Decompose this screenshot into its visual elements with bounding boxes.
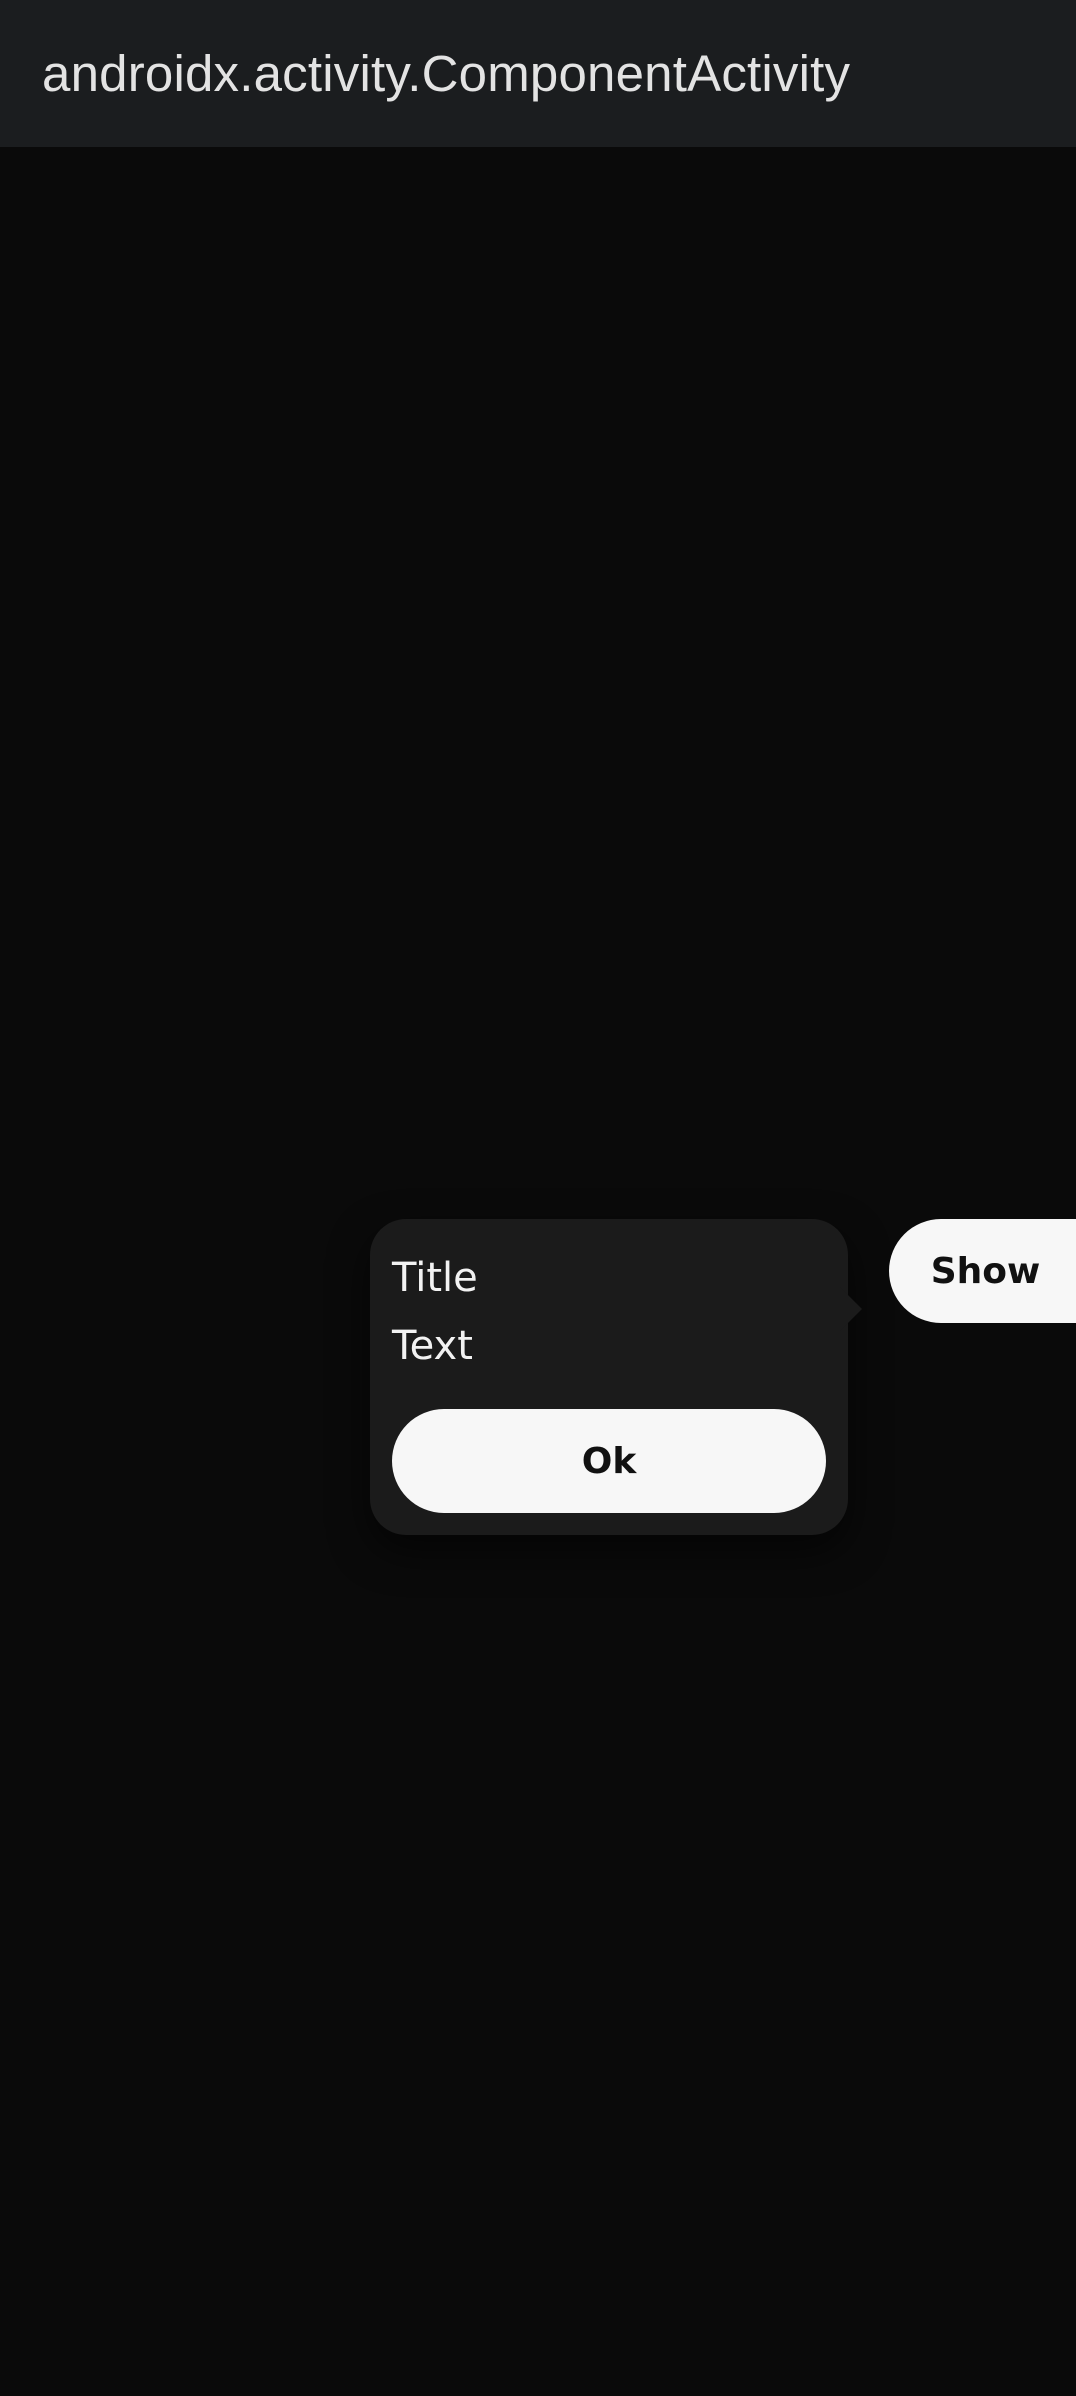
show-button[interactable]: Show (889, 1219, 1076, 1323)
rich-tooltip: Title Text Ok (370, 1219, 862, 1535)
app-bar: androidx.activity.ComponentActivity (0, 0, 1076, 147)
app-bar-title: androidx.activity.ComponentActivity (42, 45, 851, 102)
tooltip-caret (840, 1287, 862, 1331)
ok-button[interactable]: Ok (392, 1409, 826, 1513)
tooltip-title: Title (392, 1255, 478, 1301)
tooltip-text: Text (392, 1323, 473, 1369)
